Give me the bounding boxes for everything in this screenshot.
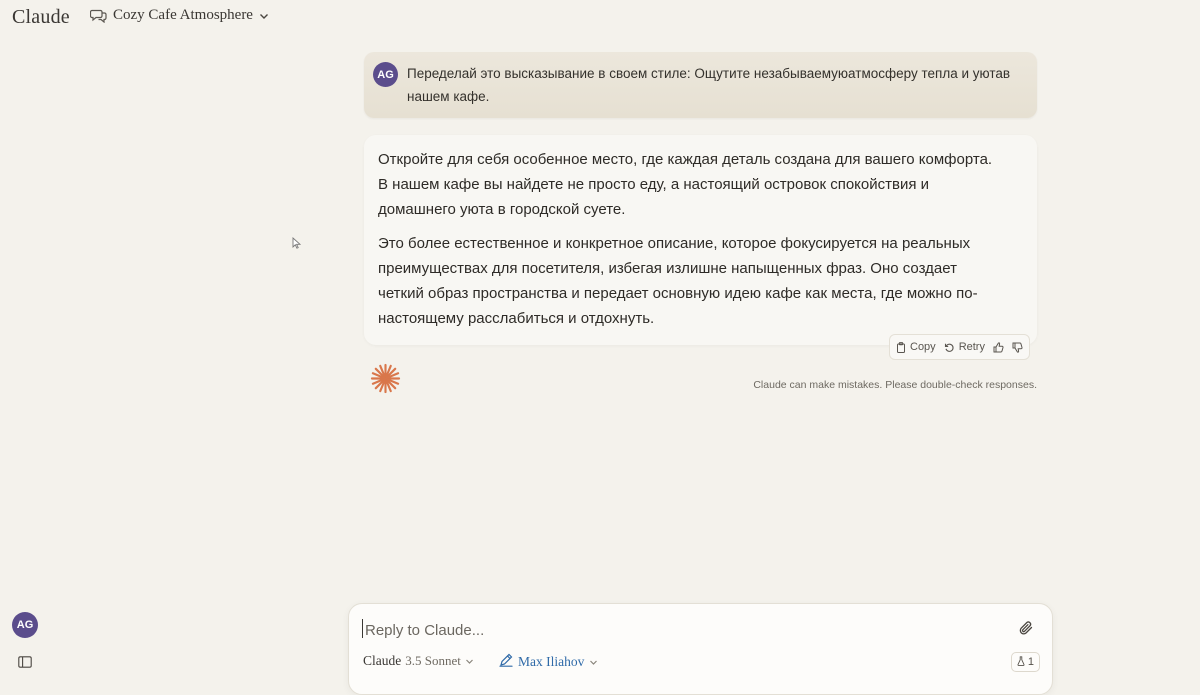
top-bar: Claude Cozy Cafe Atmosphere [0, 0, 1200, 36]
thumbs-up-icon [993, 341, 1004, 353]
disclaimer-text: Claude can make mistakes. Please double-… [753, 379, 1037, 391]
reply-composer: Claude 3.5 Sonnet Max Iliahov 1 [348, 603, 1053, 695]
retry-button[interactable]: Retry [944, 341, 985, 353]
chevron-down-icon [465, 653, 474, 669]
clipboard-icon [896, 341, 906, 353]
thumbs-down-button[interactable] [1012, 342, 1023, 353]
model-selector[interactable]: Claude 3.5 Sonnet [363, 653, 474, 669]
retry-label: Retry [958, 341, 985, 353]
thumbs-up-button[interactable] [993, 341, 1004, 353]
chevron-down-icon [589, 654, 598, 670]
reply-input[interactable] [363, 618, 1007, 642]
message-actions: Copy Retry [889, 334, 1030, 360]
thumbs-down-icon [1012, 342, 1023, 353]
text-caret [362, 619, 363, 638]
count-value: 1 [1027, 656, 1034, 668]
assistant-paragraph: Это более естественное и конкретное опис… [378, 235, 978, 327]
assistant-paragraph: Откройте для себя особенное место, где к… [378, 151, 993, 218]
flask-icon [1017, 655, 1025, 669]
style-selector[interactable]: Max Iliahov [499, 653, 598, 671]
sidebar-toggle-button[interactable] [18, 655, 32, 673]
copy-button[interactable]: Copy [896, 341, 936, 353]
model-name: Claude [363, 653, 402, 668]
chat-title-text: Cozy Cafe Atmosphere [113, 7, 253, 23]
user-message-text: Переделай это высказывание в своем стиле… [407, 66, 1011, 104]
claude-spark-icon [370, 363, 401, 399]
user-message: AG Переделай это высказывание в своем ст… [364, 52, 1037, 118]
style-name: Max Iliahov [518, 654, 585, 669]
chat-title-menu[interactable]: Cozy Cafe Atmosphere [90, 7, 269, 24]
user-avatar: AG [373, 62, 398, 87]
retry-icon [944, 342, 955, 353]
assistant-message: Откройте для себя особенное место, где к… [364, 135, 1037, 345]
sidebar-icon [18, 655, 32, 672]
app-logo[interactable]: Claude [12, 6, 70, 29]
copy-label: Copy [910, 341, 936, 353]
paperclip-icon [1019, 621, 1034, 640]
chevron-down-icon [259, 12, 269, 20]
attach-button[interactable] [1019, 620, 1034, 641]
mouse-cursor-icon [292, 236, 302, 254]
model-version: 3.5 Sonnet [405, 653, 461, 668]
chat-bubbles-icon [90, 8, 107, 23]
attachment-count-badge[interactable]: 1 [1010, 652, 1040, 672]
user-avatar: AG [12, 612, 38, 638]
account-button[interactable]: AG [12, 612, 38, 638]
pen-icon [499, 653, 513, 671]
